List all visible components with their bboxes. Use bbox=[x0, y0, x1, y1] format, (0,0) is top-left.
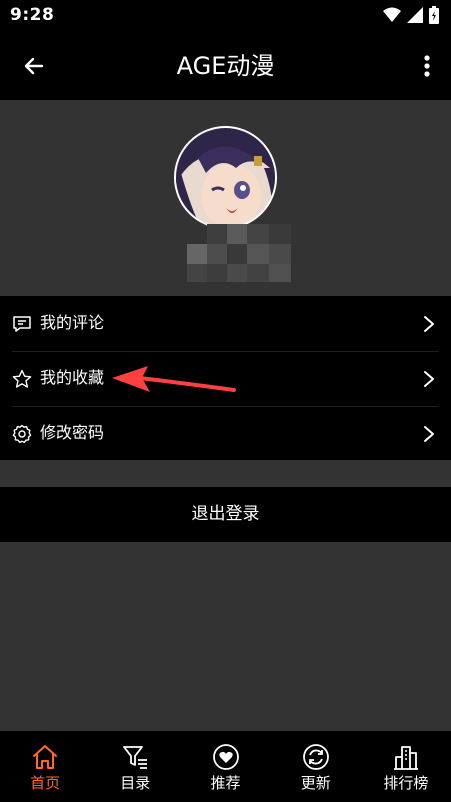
signal-icon bbox=[407, 7, 423, 23]
nav-item-catalog[interactable]: 目录 bbox=[90, 731, 180, 802]
more-options-button[interactable] bbox=[417, 50, 437, 82]
menu-item-label: 我的收藏 bbox=[40, 368, 105, 387]
home-icon bbox=[33, 745, 58, 769]
username-pixelated bbox=[187, 224, 291, 282]
nav-item-label: 更新 bbox=[300, 774, 331, 792]
menu-item-label: 我的评论 bbox=[40, 313, 105, 332]
battery-icon bbox=[429, 6, 439, 24]
nav-item-home[interactable]: 首页 bbox=[0, 731, 90, 802]
status-bar: 9:28 bbox=[0, 0, 451, 30]
more-vertical-icon bbox=[424, 55, 430, 77]
nav-item-label: 首页 bbox=[30, 774, 61, 792]
heart-icon bbox=[212, 744, 239, 770]
wifi-icon bbox=[383, 7, 401, 22]
status-time: 9:28 bbox=[10, 5, 55, 25]
nav-item-label: 目录 bbox=[120, 774, 151, 792]
app-bar: AGE动漫 bbox=[0, 30, 451, 100]
nav-item-recommend[interactable]: 推荐 bbox=[180, 731, 270, 802]
avatar-image bbox=[176, 128, 275, 227]
chevron-right-icon bbox=[424, 371, 434, 387]
gear-icon bbox=[12, 424, 32, 444]
logout-button[interactable]: 退出登录 bbox=[0, 487, 451, 542]
star-icon bbox=[12, 369, 32, 388]
annotation-arrow bbox=[112, 366, 236, 392]
nav-item-label: 推荐 bbox=[210, 774, 241, 792]
menu-item-label: 修改密码 bbox=[40, 423, 105, 442]
refresh-icon bbox=[302, 744, 329, 770]
nav-item-label: 排行榜 bbox=[383, 774, 429, 792]
chevron-right-icon bbox=[424, 316, 434, 332]
chevron-right-icon bbox=[424, 426, 434, 442]
bottom-navigation: 首页 目录 推荐 更新 排行榜 bbox=[0, 731, 451, 802]
menu-item-change-password[interactable]: 修改密码 bbox=[0, 406, 451, 461]
profile-header bbox=[0, 100, 451, 296]
menu-item-comments[interactable]: 我的评论 bbox=[0, 296, 451, 351]
status-icons bbox=[383, 6, 439, 24]
filter-list-icon bbox=[123, 746, 148, 769]
nav-item-ranking[interactable]: 排行榜 bbox=[361, 731, 451, 802]
nav-item-updates[interactable]: 更新 bbox=[271, 731, 361, 802]
avatar[interactable] bbox=[174, 126, 277, 229]
buildings-icon bbox=[393, 746, 418, 770]
comment-icon bbox=[13, 316, 31, 332]
page-title: AGE动漫 bbox=[176, 52, 275, 80]
